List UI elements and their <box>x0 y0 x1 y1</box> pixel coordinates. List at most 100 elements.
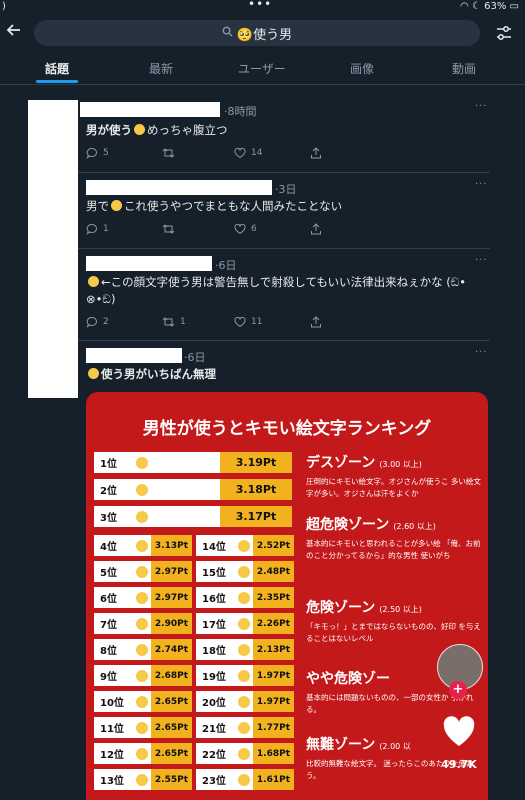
rank-points: 2.97Pt <box>150 587 192 608</box>
wifi-icon: ◠ <box>460 1 469 12</box>
rank-points: 2.68Pt <box>150 665 192 686</box>
ranking-row: 20位 1.97Pt <box>196 691 294 712</box>
rank-points: 2.26Pt <box>252 613 294 634</box>
emoji-icon <box>136 483 148 496</box>
emoji-icon <box>238 591 250 604</box>
tab-images[interactable]: 画像 <box>350 60 374 77</box>
ranking-row: 16位 2.35Pt <box>196 587 294 608</box>
emoji-icon <box>136 669 148 682</box>
tweet-time: ·3日 <box>275 183 297 196</box>
divider <box>78 172 490 173</box>
tweet-text-part: これ使うやつでまともな人間みたことない <box>124 199 343 213</box>
more-options-icon[interactable]: ··· <box>475 347 488 358</box>
tab-latest[interactable]: 最新 <box>149 60 173 77</box>
rank-points: 2.65Pt <box>150 691 192 712</box>
emoji-icon <box>238 617 250 630</box>
zone-range: (3.00 以上) <box>379 460 422 469</box>
more-options-icon[interactable]: ··· <box>475 255 488 266</box>
ranking-row: 4位 3.13Pt <box>94 535 192 556</box>
rank-points: 1.68Pt <box>252 743 294 764</box>
retweet-button[interactable] <box>162 223 180 235</box>
like-count-overlay: 49.7K <box>441 758 477 771</box>
emoji-icon <box>136 591 148 604</box>
rank-position: 7位 <box>100 620 117 631</box>
tweet-text-part: ←この顔文字使う男は警告無しで射殺してもいい法律出来ねぇかな (ඞ• <box>101 275 467 289</box>
reply-count: 5 <box>103 148 109 158</box>
emoji-icon <box>136 643 148 656</box>
pleading-face-emoji-icon <box>88 368 99 379</box>
redacted-username <box>86 256 212 271</box>
ranking-row: 13位 2.55Pt <box>94 769 192 790</box>
retweet-button[interactable]: 1 <box>162 316 186 328</box>
status-left-text: ) <box>2 1 6 12</box>
like-count: 6 <box>251 224 257 234</box>
heart-icon <box>234 147 246 159</box>
emoji-icon <box>238 721 250 734</box>
tab-videos[interactable]: 動画 <box>452 60 476 77</box>
share-icon <box>311 316 321 328</box>
rank-position: 5位 <box>100 568 117 579</box>
like-button[interactable]: 14 <box>234 147 262 159</box>
rank-position: 8位 <box>100 646 117 657</box>
ranking-row: 5位 2.97Pt <box>94 561 192 582</box>
ranking-row: 19位 1.97Pt <box>196 665 294 686</box>
rank-points: 3.18Pt <box>220 479 292 500</box>
zone-name: やや危険ゾー <box>306 671 390 687</box>
zone-name: デスゾーン <box>306 455 376 471</box>
emoji-icon <box>136 617 148 630</box>
like-count: 14 <box>251 148 263 158</box>
pleading-face-emoji-icon <box>88 276 99 287</box>
zone-name: 危険ゾーン <box>306 600 376 616</box>
tweet-image[interactable]: 男性が使うとキモい絵文字ランキング 1位 3.19Pt 2位 3.18Pt 3位 3.17… <box>86 392 488 800</box>
zone-heading: 無難ゾーン (2.00 以 <box>306 734 411 754</box>
ranking-row: 17位 2.26Pt <box>196 613 294 634</box>
more-options-icon[interactable]: ··· <box>475 101 488 112</box>
like-button[interactable]: 11 <box>234 316 262 328</box>
ranking-row: 6位 2.97Pt <box>94 587 192 608</box>
ranking-row: 9位 2.68Pt <box>94 665 192 686</box>
pleading-face-emoji-icon <box>111 200 122 211</box>
ranking-row: 1位 3.19Pt <box>94 452 292 473</box>
tweet-actions: 1 6 <box>86 223 416 237</box>
tweet-time: ·8時間 <box>224 105 257 118</box>
reply-button[interactable]: 5 <box>86 147 109 159</box>
retweet-count: 1 <box>180 317 186 327</box>
reply-button[interactable]: 1 <box>86 223 109 235</box>
share-button[interactable] <box>310 147 327 159</box>
share-button[interactable] <box>310 316 327 328</box>
share-button[interactable] <box>310 223 327 235</box>
tab-trending[interactable]: 話題 <box>45 60 69 77</box>
share-icon <box>311 147 321 159</box>
emoji-icon <box>238 773 250 786</box>
ranking-row: 23位 1.61Pt <box>196 769 294 790</box>
rank-position: 19位 <box>202 672 226 683</box>
emoji-icon <box>238 747 250 760</box>
retweet-button[interactable] <box>162 147 180 159</box>
ranking-row: 15位 2.48Pt <box>196 561 294 582</box>
more-options-icon[interactable]: ··· <box>475 179 488 190</box>
multitask-dots[interactable]: ••• <box>248 0 272 11</box>
follow-plus-icon[interactable]: + <box>449 681 467 699</box>
like-button[interactable]: 6 <box>234 223 257 235</box>
like-heart-icon[interactable] <box>442 716 476 750</box>
rank-position: 6位 <box>100 594 117 605</box>
zone-description: 圧倒的にキモい絵文字。オジさんが使うこ 多い絵文字が多い。オジさんは汗をよくか <box>306 477 481 498</box>
emoji-icon <box>238 695 250 708</box>
rank-points: 2.65Pt <box>150 743 192 764</box>
rank-points: 1.97Pt <box>252 691 294 712</box>
search-input[interactable]: 🥺使う男 <box>34 20 480 46</box>
emoji-icon <box>136 565 148 578</box>
reply-count: 2 <box>103 317 109 327</box>
rank-position: 23位 <box>202 776 226 787</box>
tab-users[interactable]: ユーザー <box>238 60 286 77</box>
rank-position: 18位 <box>202 646 226 657</box>
reply-button[interactable]: 2 <box>86 316 109 328</box>
zone-description: 基本的にキモいと思われることが多い絵 「俺、お前のこと分かってるから」的な男性 … <box>306 539 481 560</box>
back-arrow-icon[interactable] <box>6 22 24 42</box>
rank-points: 3.13Pt <box>150 535 192 556</box>
filter-settings-icon[interactable] <box>495 24 513 42</box>
reply-icon <box>86 148 97 159</box>
emoji-icon <box>136 695 148 708</box>
rank-position: 4位 <box>100 542 117 553</box>
rank-position: 2位 <box>100 486 117 497</box>
